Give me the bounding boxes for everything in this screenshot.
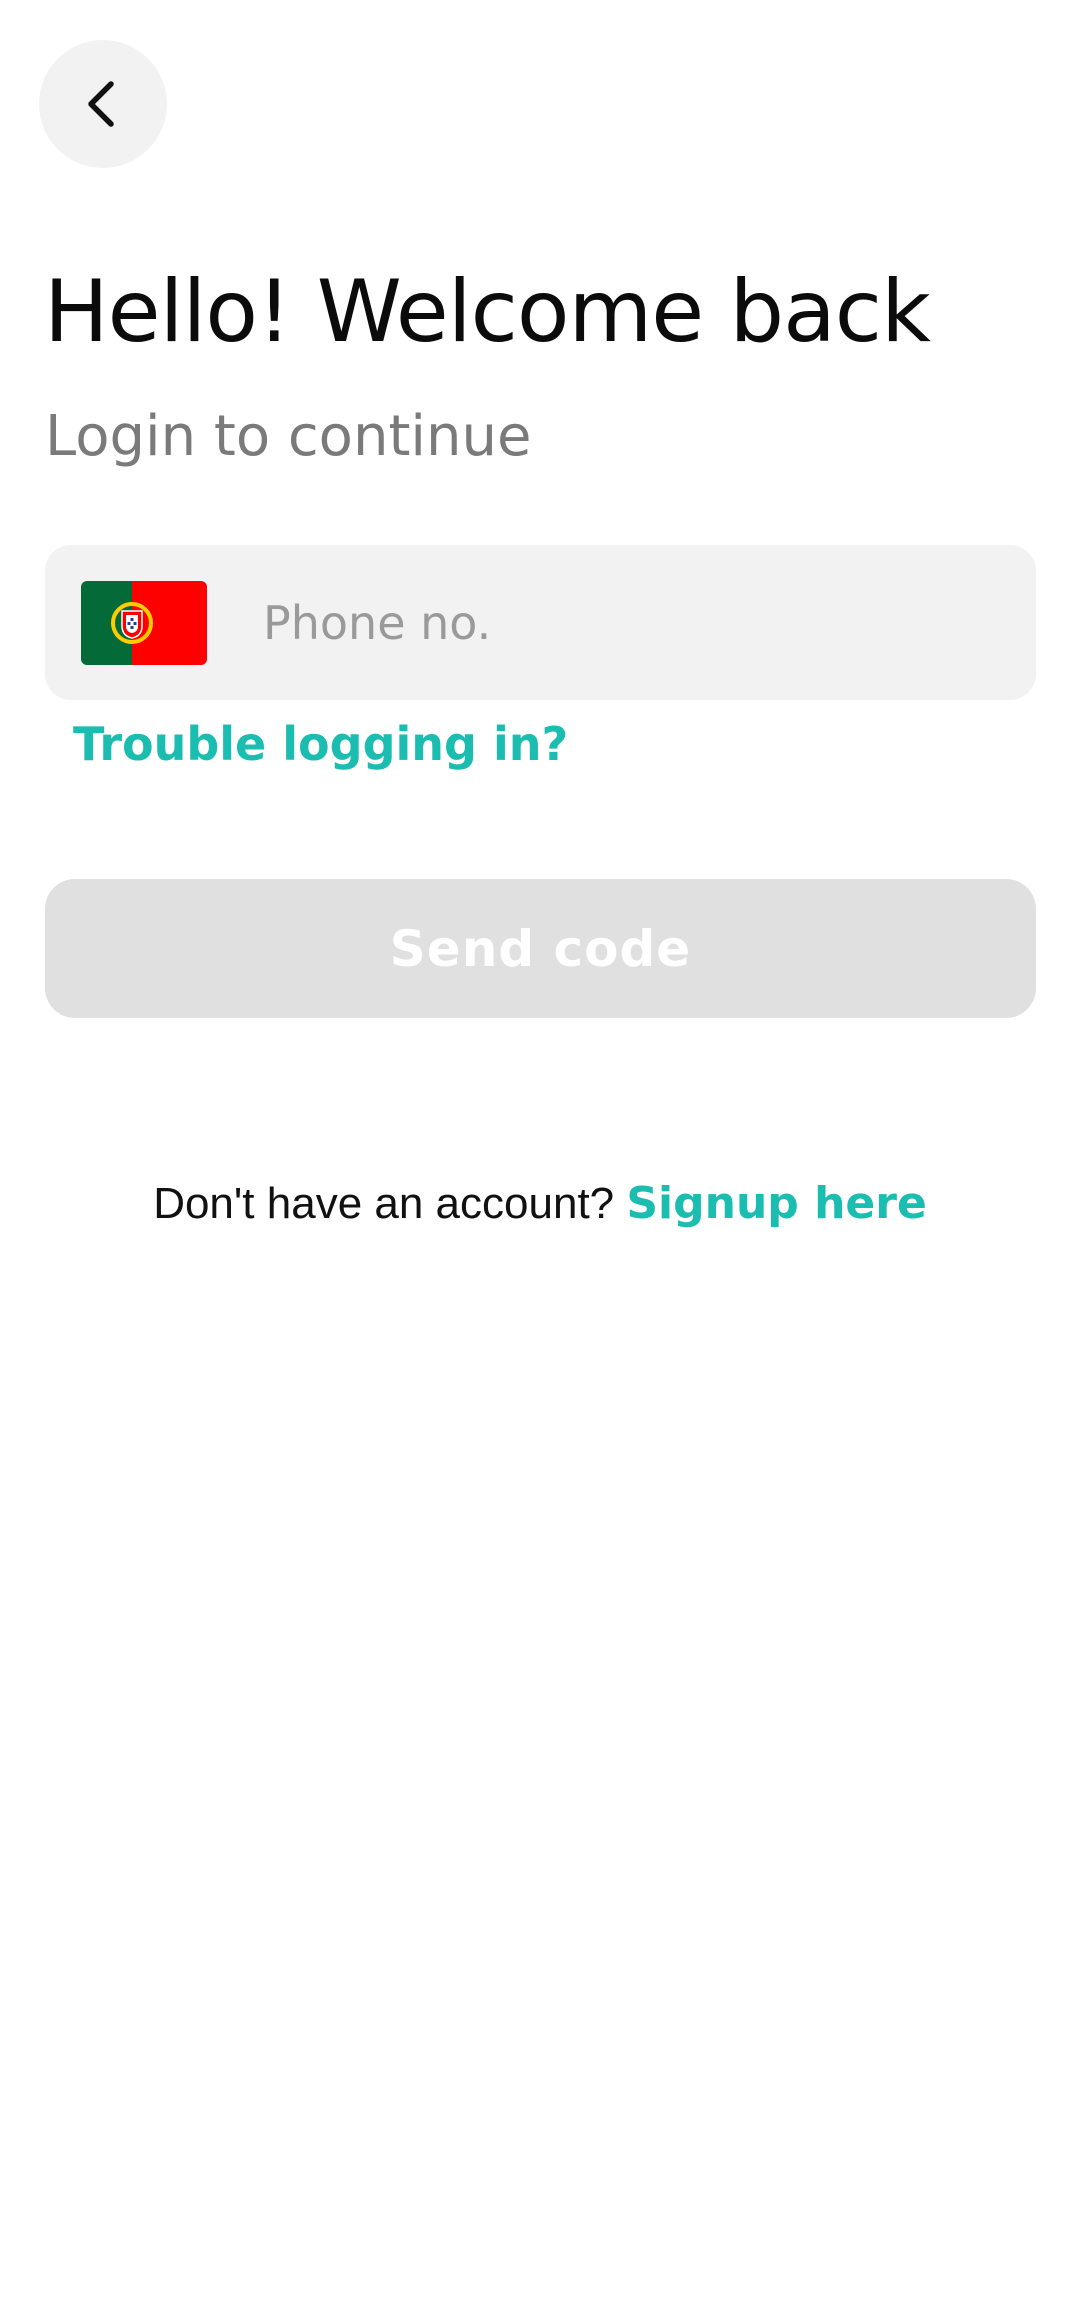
signup-prompt: Don't have an account?	[153, 1179, 627, 1228]
send-code-button[interactable]: Send code	[45, 879, 1036, 1018]
portugal-flag-icon	[81, 581, 207, 665]
country-flag-selector[interactable]	[81, 581, 207, 665]
page-subtitle: Login to continue	[45, 404, 532, 469]
phone-input[interactable]	[263, 575, 1003, 670]
trouble-logging-in-link[interactable]: Trouble logging in?	[73, 712, 568, 776]
signup-row: Don't have an account? Signup here	[0, 1172, 1080, 1236]
back-button[interactable]	[39, 40, 167, 168]
phone-field[interactable]	[45, 545, 1036, 700]
page-title: Hello! Welcome back	[44, 262, 931, 362]
signup-link[interactable]: Signup here	[626, 1178, 926, 1229]
chevron-left-icon	[88, 81, 114, 127]
login-screen: Hello! Welcome back Login to continue Tr…	[0, 0, 1080, 2318]
